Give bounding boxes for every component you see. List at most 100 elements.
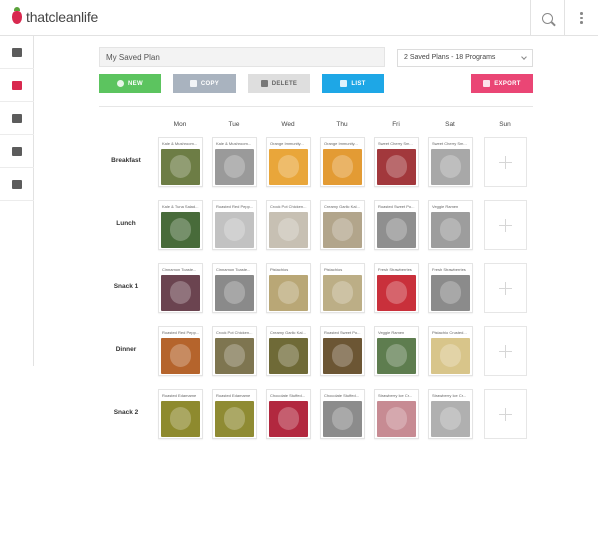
day-header: Thu	[336, 121, 348, 128]
recipe-title: Sweet Cherry Sm...	[432, 141, 467, 146]
add-recipe-button[interactable]	[484, 389, 527, 439]
recipe-card[interactable]: Roasted Sweet Po...	[320, 326, 365, 376]
add-recipe-button[interactable]	[484, 200, 527, 250]
recipe-title: Fresh Strawberries	[378, 267, 412, 272]
recipe-card[interactable]: Roasted Sweet Po...	[374, 200, 419, 250]
new-button[interactable]: NEW	[99, 74, 161, 93]
list-icon	[12, 146, 22, 156]
recipe-card[interactable]: Roasted Red Pepp...	[212, 200, 257, 250]
recipe-card[interactable]: Chocolate Stuffed...	[266, 389, 311, 439]
calendar-icon	[12, 80, 22, 90]
delete-button[interactable]: DELETE	[248, 74, 310, 93]
sidebar-item-2[interactable]	[0, 102, 34, 135]
app-header: thatcleanlife	[0, 0, 598, 36]
plus-icon	[499, 407, 512, 421]
sidebar-item-1[interactable]	[0, 69, 34, 102]
recipe-card[interactable]: Veggie Ramen	[374, 326, 419, 376]
logo[interactable]: thatcleanlife	[12, 6, 99, 25]
chevron-down-icon	[521, 54, 527, 60]
recipe-photo	[377, 275, 416, 311]
divider	[99, 106, 533, 107]
recipe-card[interactable]: Roasted Edamame	[158, 389, 203, 439]
inbox-icon	[12, 47, 22, 57]
recipe-title: Roasted Sweet Po...	[324, 330, 361, 335]
meal-label: Breakfast	[111, 157, 141, 164]
sidebar-item-3[interactable]	[0, 135, 34, 168]
recipe-photo	[431, 338, 470, 374]
recipe-title: Chocolate Stuffed...	[324, 393, 360, 398]
recipe-card[interactable]: Cinnamon Toaste...	[158, 263, 203, 313]
saved-plans-select-value: 2 Saved Plans - 18 Programs	[404, 54, 496, 61]
recipe-card[interactable]: Roasted Edamame	[212, 389, 257, 439]
add-recipe-button[interactable]	[484, 137, 527, 187]
recipe-photo	[377, 338, 416, 374]
add-recipe-button[interactable]	[484, 326, 527, 376]
recipe-card[interactable]: Orange Immunity...	[320, 137, 365, 187]
recipe-card[interactable]: Fresh Strawberries	[428, 263, 473, 313]
recipe-card[interactable]: Veggie Ramen	[428, 200, 473, 250]
recipe-card[interactable]: Fresh Strawberries	[374, 263, 419, 313]
recipe-photo	[269, 338, 308, 374]
recipe-card[interactable]: Sweet Cherry Sm...	[374, 137, 419, 187]
day-header: Fri	[392, 121, 400, 128]
recipe-photo	[215, 212, 254, 248]
recipe-title: Fresh Strawberries	[432, 267, 466, 272]
recipe-title: Roasted Edamame	[216, 393, 251, 398]
recipe-photo	[431, 212, 470, 248]
list-button[interactable]: LIST	[322, 74, 384, 93]
recipe-title: Kale & Mushroom...	[162, 141, 198, 146]
document-icon	[340, 80, 348, 87]
recipe-photo	[323, 149, 362, 185]
recipe-card[interactable]: Pistachios	[320, 263, 365, 313]
recipe-card[interactable]: Creamy Garlic Kal...	[266, 326, 311, 376]
recipe-card[interactable]: Orange Immunity...	[266, 137, 311, 187]
more-menu-button[interactable]	[564, 0, 598, 36]
recipe-title: Pistachio Crusted...	[432, 330, 467, 335]
recipe-photo	[323, 212, 362, 248]
recipe-card[interactable]: Kale & Mushroom...	[212, 137, 257, 187]
export-button[interactable]: EXPORT	[471, 74, 533, 93]
recipe-photo	[377, 149, 416, 185]
recipe-photo	[161, 275, 200, 311]
recipe-title: Creamy Garlic Kal...	[270, 330, 306, 335]
recipe-photo	[431, 275, 470, 311]
recipe-title: Roasted Sweet Po...	[378, 204, 415, 209]
export-button-label: EXPORT	[494, 80, 521, 87]
recipe-title: Sweet Cherry Sm...	[378, 141, 413, 146]
saved-plans-select[interactable]: 2 Saved Plans - 18 Programs	[397, 49, 533, 67]
recipe-card[interactable]: Kale & Mushroom...	[158, 137, 203, 187]
recipe-card[interactable]: Strawberry Ice Cr...	[428, 389, 473, 439]
sidebar-item-0[interactable]	[0, 36, 34, 69]
recipe-card[interactable]: Chocolate Stuffed...	[320, 389, 365, 439]
plus-icon	[499, 155, 512, 169]
plan-name-field[interactable]: My Saved Plan	[99, 47, 385, 67]
recipe-title: Crock Pot Chicken...	[216, 330, 253, 335]
copy-icon	[189, 80, 197, 87]
meal-label: Snack 2	[113, 409, 139, 416]
day-header: Sat	[445, 121, 455, 128]
recipe-title: Roasted Red Pepp...	[216, 204, 254, 209]
recipe-photo	[215, 338, 254, 374]
recipe-title: Cinnamon Toaste...	[216, 267, 251, 272]
plus-icon	[499, 281, 512, 295]
recipe-card[interactable]: Creamy Garlic Kal...	[320, 200, 365, 250]
add-recipe-button[interactable]	[484, 263, 527, 313]
recipe-card[interactable]: Strawberry Ice Cr...	[374, 389, 419, 439]
brand-name: thatcleanlife	[26, 9, 99, 25]
recipe-card[interactable]: Sweet Cherry Sm...	[428, 137, 473, 187]
recipe-title: Roasted Edamame	[162, 393, 197, 398]
recipe-card[interactable]: Crock Pot Chicken...	[212, 326, 257, 376]
sidebar-item-4[interactable]	[0, 168, 34, 201]
recipe-card[interactable]: Crock Pot Chicken...	[266, 200, 311, 250]
recipe-card[interactable]: Roasted Red Pepp...	[158, 326, 203, 376]
recipe-card[interactable]: Cinnamon Toaste...	[212, 263, 257, 313]
recipe-card[interactable]: Kale & Tuna Salad...	[158, 200, 203, 250]
recipe-title: Cinnamon Toaste...	[162, 267, 197, 272]
search-button[interactable]	[530, 0, 564, 36]
recipe-title: Roasted Red Pepp...	[162, 330, 200, 335]
recipe-card[interactable]: Pistachio Crusted...	[428, 326, 473, 376]
documents-icon	[12, 113, 22, 123]
copy-button[interactable]: COPY	[173, 74, 236, 93]
recipe-card[interactable]: Pistachios	[266, 263, 311, 313]
recipe-photo	[377, 212, 416, 248]
